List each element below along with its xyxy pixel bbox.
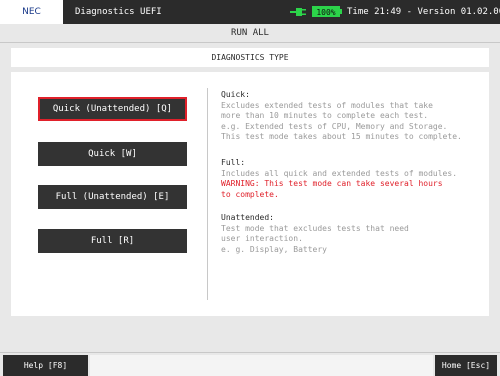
brand-logo: NEC (0, 0, 63, 24)
home-button[interactable]: Home [Esc] (435, 355, 497, 376)
ac-power-icon (290, 8, 306, 16)
top-bar: NEC Diagnostics UEFI 100% Time 21:49 - V… (0, 0, 500, 24)
section-title: DIAGNOSTICS TYPE (11, 48, 489, 67)
battery-tip (340, 9, 342, 14)
time-version: Time 21:49 - Version 01.02.000 (347, 7, 500, 17)
description-line: Excludes extended tests of modules that … (221, 100, 433, 110)
warning-line: WARNING: This test mode can take several… (221, 179, 443, 188)
bottom-bar: Help [F8] Home [Esc] (0, 352, 500, 376)
description-line: Includes all quick and extended tests of… (221, 168, 458, 178)
unattended-heading: Unattended: (221, 213, 274, 222)
full-button[interactable]: Full [R] (38, 229, 187, 253)
description-line: e.g. Extended tests of CPU, Memory and S… (221, 121, 448, 131)
help-button[interactable]: Help [F8] (3, 355, 88, 376)
description-line: This test mode takes about 15 minutes to… (221, 132, 462, 141)
run-all-button[interactable]: RUN ALL (0, 24, 500, 42)
quick-heading: Quick: (221, 90, 250, 99)
description-line: more than 10 minutes to complete each te… (221, 111, 429, 120)
warning-line: to complete. (221, 189, 279, 199)
quick-button[interactable]: Quick [W] (38, 142, 187, 166)
quick-description: Quick: Excludes extended tests of module… (221, 90, 462, 143)
diagnostics-panel: Quick (Unattended) [Q] Quick [W] Full (U… (11, 72, 489, 316)
unattended-description: Unattended: Test mode that excludes test… (221, 213, 409, 255)
description-line: Test mode that excludes tests that need (221, 223, 409, 233)
quick-unattended-button[interactable]: Quick (Unattended) [Q] (38, 97, 187, 121)
status-area (90, 355, 433, 376)
full-description: Full: Includes all quick and extended te… (221, 158, 457, 200)
full-heading: Full: (221, 158, 246, 167)
description-line: user interaction. (221, 234, 303, 243)
description-line: e. g. Display, Battery (221, 244, 327, 254)
app-title: Diagnostics UEFI (75, 7, 162, 17)
full-unattended-button[interactable]: Full (Unattended) [E] (38, 185, 187, 209)
battery-level: 100% (312, 6, 340, 17)
vertical-divider (207, 88, 208, 300)
divider (0, 42, 500, 43)
